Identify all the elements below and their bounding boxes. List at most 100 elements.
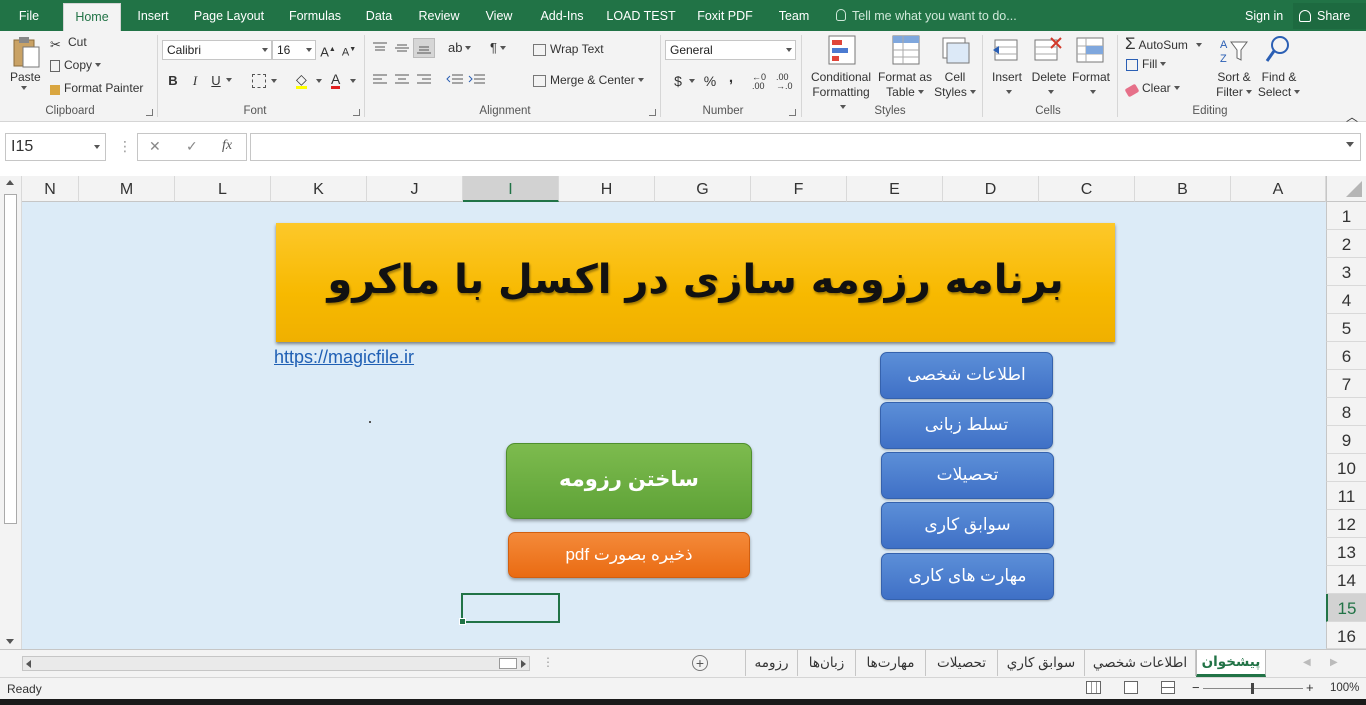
sheet-tab-dashboard[interactable]: پیشخوان	[1196, 650, 1266, 677]
column-header-b[interactable]: B	[1135, 176, 1231, 202]
add-sheet-icon[interactable]: +	[692, 655, 708, 671]
row-header[interactable]: 13	[1326, 538, 1366, 566]
autosum-button[interactable]: Σ AutoSum	[1125, 34, 1202, 54]
sign-in-link[interactable]: Sign in	[1245, 0, 1283, 32]
paste-icon[interactable]	[11, 35, 41, 69]
bold-button[interactable]: B	[164, 72, 182, 90]
font-size-select[interactable]: 16	[272, 40, 316, 60]
find-select-icon[interactable]	[1264, 34, 1294, 69]
zoom-in-icon[interactable]: +	[1306, 680, 1314, 695]
number-format-select[interactable]: General	[665, 40, 796, 60]
column-header-e[interactable]: E	[847, 176, 943, 202]
borders-dropdown-icon[interactable]	[271, 79, 277, 83]
decrease-decimal-icon[interactable]: .00 →.0	[776, 73, 793, 91]
tab-add-ins[interactable]: Add-Ins	[535, 0, 589, 31]
increase-decimal-icon[interactable]: ←0.00	[752, 73, 766, 91]
scroll-thumb[interactable]	[4, 194, 17, 524]
fill-button[interactable]: Fill	[1126, 57, 1167, 71]
tab-team[interactable]: Team	[774, 0, 814, 31]
row-header[interactable]: 12	[1326, 510, 1366, 538]
wrap-text-button[interactable]: Wrap Text	[533, 42, 604, 56]
clipboard-launcher-icon[interactable]	[146, 109, 153, 116]
find-select-button[interactable]: Find & Select	[1256, 70, 1302, 100]
normal-view-icon[interactable]	[1086, 681, 1101, 694]
sheet-tab-education[interactable]: تحصیلات	[925, 650, 997, 676]
column-header-h[interactable]: H	[559, 176, 655, 202]
middle-align-icon[interactable]	[394, 41, 410, 58]
column-header-m[interactable]: M	[79, 176, 175, 202]
insert-cells-button[interactable]: Insert	[987, 70, 1027, 100]
paste-dropdown-icon[interactable]	[21, 86, 27, 90]
shrink-font-icon[interactable]: A▼	[340, 41, 358, 59]
number-launcher-icon[interactable]	[789, 109, 796, 116]
percent-button[interactable]: %	[701, 72, 719, 90]
row-header[interactable]: 16	[1326, 622, 1366, 649]
education-button[interactable]: تحصیلات	[881, 452, 1054, 499]
page-break-view-icon[interactable]	[1161, 681, 1175, 694]
tab-page-layout[interactable]: Page Layout	[190, 0, 268, 31]
select-all-button[interactable]	[1326, 176, 1366, 202]
sheet-tab-skills[interactable]: مهارت‌ها	[855, 650, 925, 676]
zoom-slider[interactable]	[1203, 683, 1303, 694]
row-header[interactable]: 11	[1326, 482, 1366, 510]
tab-review[interactable]: Review	[414, 0, 464, 31]
language-skill-button[interactable]: تسلط زبانی	[880, 402, 1053, 449]
top-align-icon[interactable]	[372, 41, 388, 58]
sheet-tab-personal-info[interactable]: اطلاعات شخصي	[1084, 650, 1196, 676]
formula-input[interactable]	[250, 133, 1361, 161]
font-color-dropdown-icon[interactable]	[350, 79, 356, 83]
tab-data[interactable]: Data	[362, 0, 396, 31]
insert-cells-icon[interactable]	[991, 34, 1021, 69]
tab-view[interactable]: View	[480, 0, 518, 31]
scroll-left-icon[interactable]	[26, 660, 31, 668]
currency-button[interactable]: $	[669, 72, 687, 90]
work-skills-button[interactable]: مهارت های کاری	[881, 553, 1054, 600]
tab-load-test[interactable]: LOAD TEST	[606, 0, 676, 31]
personal-info-button[interactable]: اطلاعات شخصی	[880, 352, 1053, 399]
cancel-icon[interactable]: ✕	[149, 138, 161, 155]
save-pdf-button[interactable]: ذخیره بصورت pdf	[508, 532, 750, 578]
insert-function-icon[interactable]: fx	[222, 138, 232, 154]
fill-color-dropdown-icon[interactable]	[316, 79, 322, 83]
italic-button[interactable]: I	[186, 72, 204, 90]
format-cells-button[interactable]: Format	[1069, 70, 1113, 100]
font-launcher-icon[interactable]	[353, 109, 360, 116]
build-resume-button[interactable]: ساختن رزومه	[506, 443, 752, 519]
name-box[interactable]: I15	[5, 133, 106, 161]
column-header-f[interactable]: F	[751, 176, 847, 202]
page-layout-view-icon[interactable]	[1124, 681, 1138, 694]
column-header-g[interactable]: G	[655, 176, 751, 202]
horizontal-scrollbar[interactable]	[22, 656, 530, 671]
sort-filter-button[interactable]: Sort & Filter	[1212, 70, 1256, 100]
font-color-icon[interactable]: A	[331, 72, 341, 89]
tab-home[interactable]: Home	[63, 3, 121, 31]
row-header[interactable]: 14	[1326, 566, 1366, 594]
website-link[interactable]: https://magicfile.ir	[274, 347, 414, 368]
sheet-tab-work-history[interactable]: سوابق كاري	[997, 650, 1084, 676]
tell-me-box[interactable]: Tell me what you want to do...	[836, 0, 1017, 31]
row-header[interactable]: 15	[1326, 594, 1366, 622]
increase-indent-icon[interactable]	[468, 73, 486, 90]
copy-button[interactable]: Copy	[50, 58, 102, 72]
cut-button[interactable]: ✂ Cut	[50, 35, 87, 52]
tab-insert[interactable]: Insert	[132, 0, 174, 31]
column-header-a[interactable]: A	[1231, 176, 1326, 202]
format-painter-button[interactable]: Format Painter	[50, 81, 143, 95]
scroll-right-icon[interactable]	[521, 660, 526, 668]
scroll-down-icon[interactable]	[6, 639, 14, 644]
grow-font-icon[interactable]: A▲	[319, 41, 337, 59]
merge-center-button[interactable]: Merge & Center	[533, 73, 644, 87]
expand-formula-icon[interactable]	[1346, 142, 1354, 147]
cell-styles-icon[interactable]	[941, 34, 971, 69]
scroll-up-icon[interactable]	[6, 180, 14, 185]
next-sheet-icon[interactable]: ▶	[1330, 657, 1338, 668]
column-header-i[interactable]: I	[463, 176, 559, 202]
enter-icon[interactable]: ✓	[186, 138, 198, 155]
zoom-out-icon[interactable]: −	[1192, 680, 1200, 695]
sheet-tab-resume[interactable]: رزومه	[745, 650, 797, 676]
zoom-knob[interactable]	[1251, 683, 1254, 694]
format-as-table-icon[interactable]	[891, 34, 921, 69]
tab-foxit-pdf[interactable]: Foxit PDF	[694, 0, 756, 31]
row-header[interactable]: 9	[1326, 426, 1366, 454]
row-header[interactable]: 3	[1326, 258, 1366, 286]
